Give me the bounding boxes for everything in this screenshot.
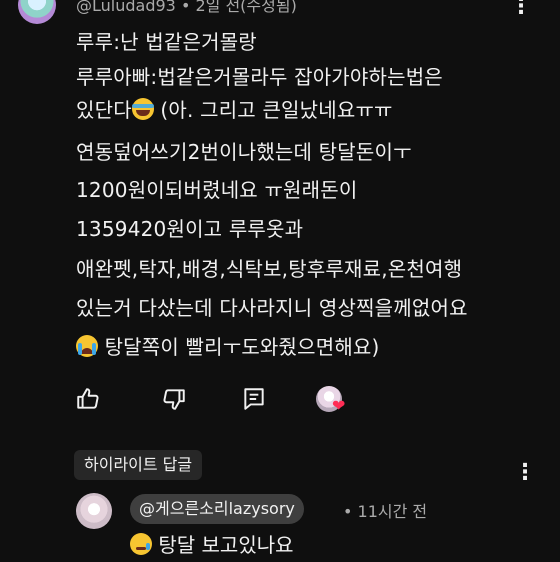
sad-emoji-icon <box>130 533 152 555</box>
reply-text-content: 탕달 보고있나요 <box>158 533 294 557</box>
comment-line: 루루:난 법같은거몰랑 <box>76 30 257 54</box>
heart-icon: ❤ <box>332 396 346 415</box>
comment-line-text: (아. 그리고 큰일났네요ㅠㅠ <box>160 98 393 122</box>
comment-line: 1359420원이고 루루옷과 <box>76 217 304 241</box>
laughing-emoji-icon <box>131 98 154 120</box>
comment-line: 있는거 다샀는데 다사라지니 영상찍을께없어요 <box>76 296 468 320</box>
comment-line: 루루아빠:법같은거몰라두 잡아가야하는법은 <box>76 65 443 89</box>
comment-line: 탕달쪽이 빨리ㅜ도와줬으면해요) <box>76 330 380 364</box>
reply-author-chip[interactable]: @게으른소리lazysory <box>130 494 304 524</box>
comment-line: 애완펫,탁자,배경,식탁보,탕후루재료,온천여행 <box>76 257 463 281</box>
separator-dot: • <box>180 0 196 15</box>
thumb-down-icon[interactable] <box>161 386 187 412</box>
comment-line-text: 있단다 <box>76 98 132 122</box>
comment-line: 있단다 (아. 그리고 큰일났네요ㅠㅠ <box>76 93 393 127</box>
reply-author-avatar[interactable] <box>76 493 112 529</box>
reply-icon[interactable] <box>241 386 267 412</box>
creator-heart: ❤ <box>314 386 350 416</box>
reply-time: • 11시간 전 <box>343 502 428 521</box>
comment-time: 2일 전(수정됨) <box>195 0 297 15</box>
comment-line-text: 탕달쪽이 빨리ㅜ도와줬으면해요) <box>104 335 380 359</box>
author-name[interactable]: @Luludad93 <box>76 0 176 15</box>
more-options-icon[interactable]: ⋮ <box>510 0 532 20</box>
thumb-up-icon[interactable] <box>75 386 101 412</box>
highlighted-reply-chip: 하이라이트 답글 <box>74 450 203 480</box>
author-avatar[interactable] <box>18 0 56 24</box>
comment-line: 연동덮어쓰기2번이나했는데 탕달돈이ㅜ <box>76 140 412 164</box>
reply-more-options-icon[interactable]: ⋮ <box>514 460 536 486</box>
reply-text: 탕달 보고있나요 <box>130 528 294 562</box>
crying-emoji-icon <box>76 335 98 357</box>
comment-line: 1200원이되버렸네요 ㅠ원래돈이 <box>76 178 358 202</box>
